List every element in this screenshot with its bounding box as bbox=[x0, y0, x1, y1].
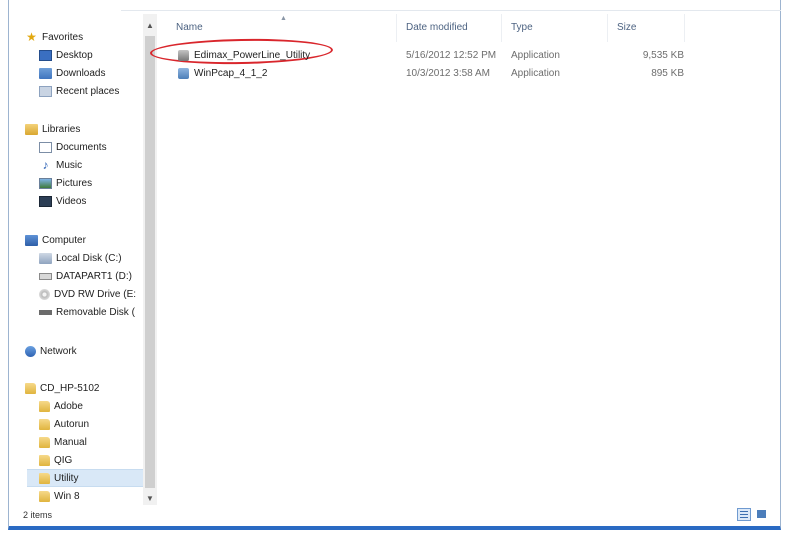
nav-folder-label: Win 8 bbox=[54, 490, 80, 502]
column-header-date-modified[interactable]: Date modified bbox=[406, 22, 468, 33]
folder-icon bbox=[25, 382, 36, 394]
nav-documents-label: Documents bbox=[56, 141, 107, 153]
file-type: Application bbox=[511, 68, 560, 79]
sort-caret-icon: ▲ bbox=[280, 15, 287, 22]
scroll-up-arrow-icon[interactable]: ▲ bbox=[143, 18, 157, 32]
column-header-type[interactable]: Type bbox=[511, 22, 533, 33]
file-type: Application bbox=[511, 50, 560, 61]
recent-places-icon bbox=[39, 85, 52, 97]
application-icon bbox=[178, 50, 189, 61]
column-header-size[interactable]: Size bbox=[617, 22, 636, 33]
nav-local-disk-label: Local Disk (C:) bbox=[56, 252, 122, 264]
music-icon: ♪ bbox=[42, 157, 49, 172]
folder-icon bbox=[39, 472, 50, 484]
nav-recent-places-label: Recent places bbox=[56, 85, 120, 97]
desktop-icon bbox=[39, 49, 52, 61]
scroll-down-arrow-icon[interactable]: ▼ bbox=[143, 491, 157, 505]
documents-icon bbox=[39, 141, 52, 153]
local-disk-icon bbox=[39, 252, 52, 264]
nav-folder-label: Manual bbox=[54, 436, 87, 448]
nav-disc-root-label: CD_HP-5102 bbox=[40, 382, 100, 394]
nav-music-label: Music bbox=[56, 159, 83, 171]
nav-computer-label: Computer bbox=[42, 234, 86, 246]
nav-dvd-drive-label: DVD RW Drive (E: bbox=[54, 288, 137, 300]
nav-network[interactable]: Network bbox=[25, 342, 159, 360]
nav-libraries[interactable]: Libraries bbox=[25, 120, 159, 138]
drive-icon bbox=[39, 272, 52, 280]
details-view-icon[interactable] bbox=[737, 508, 751, 521]
file-date-modified: 5/16/2012 12:52 PM bbox=[406, 50, 497, 61]
nav-disc-root[interactable]: CD_HP-5102 bbox=[25, 379, 159, 397]
column-divider bbox=[396, 14, 397, 42]
nav-downloads-label: Downloads bbox=[56, 67, 106, 79]
nav-folder-label: QIG bbox=[54, 454, 73, 466]
file-row-edimax[interactable]: Edimax_PowerLine_Utility 5/16/2012 12:52… bbox=[149, 37, 684, 66]
large-icons-view-icon[interactable] bbox=[755, 508, 769, 521]
folder-icon bbox=[39, 454, 50, 466]
column-divider bbox=[501, 14, 502, 42]
column-divider bbox=[607, 14, 608, 42]
file-date-modified: 10/3/2012 3:58 AM bbox=[406, 68, 490, 79]
file-name: Edimax_PowerLine_Utility bbox=[194, 50, 311, 61]
file-size: 9,535 KB bbox=[642, 50, 684, 61]
nav-videos-label: Videos bbox=[56, 195, 87, 207]
application-icon bbox=[178, 68, 189, 79]
nav-computer[interactable]: Computer bbox=[25, 231, 159, 249]
column-divider bbox=[684, 14, 685, 42]
nav-desktop-label: Desktop bbox=[56, 49, 93, 61]
nav-favorites[interactable]: ★ Favorites bbox=[25, 28, 159, 46]
file-name: WinPcap_4_1_2 bbox=[194, 68, 268, 79]
dvd-drive-icon bbox=[39, 288, 50, 300]
item-count: 2 items bbox=[23, 510, 53, 520]
nav-folder-label: Utility bbox=[54, 472, 79, 484]
folder-icon bbox=[39, 490, 50, 502]
libraries-icon bbox=[25, 123, 38, 135]
status-bar: 2 items bbox=[9, 505, 780, 526]
navigation-pane: ★ Favorites Desktop Downloads Recent pla… bbox=[9, 14, 161, 505]
nav-favorites-label: Favorites bbox=[42, 31, 84, 43]
removable-disk-icon bbox=[39, 309, 52, 315]
pictures-icon bbox=[39, 177, 52, 189]
toolbar-edge bbox=[121, 0, 781, 11]
folder-icon bbox=[39, 400, 50, 412]
nav-folder-utility[interactable]: Utility bbox=[27, 469, 143, 487]
folder-icon bbox=[39, 436, 50, 448]
network-icon bbox=[25, 345, 36, 357]
file-size: 895 KB bbox=[651, 68, 684, 79]
nav-libraries-label: Libraries bbox=[42, 123, 81, 135]
explorer-window: ★ Favorites Desktop Downloads Recent pla… bbox=[8, 0, 781, 530]
file-list-pane: ▲ Name Date modified Type Size Edimax_Po… bbox=[149, 14, 774, 505]
computer-icon bbox=[25, 234, 38, 246]
scroll-thumb[interactable] bbox=[145, 36, 155, 488]
nav-removable-disk-label: Removable Disk ( bbox=[56, 306, 135, 318]
navigation-scrollbar[interactable]: ▲ ▼ bbox=[143, 14, 157, 505]
nav-pictures-label: Pictures bbox=[56, 177, 93, 189]
column-header-name[interactable]: Name bbox=[176, 22, 203, 33]
nav-datapart1-label: DATAPART1 (D:) bbox=[56, 270, 132, 282]
downloads-icon bbox=[39, 67, 52, 79]
nav-folder-label: Autorun bbox=[54, 418, 90, 430]
nav-network-label: Network bbox=[40, 345, 77, 357]
videos-icon bbox=[39, 195, 52, 207]
folder-icon bbox=[39, 418, 50, 430]
nav-folder-label: Adobe bbox=[54, 400, 83, 412]
file-row-winpcap[interactable]: WinPcap_4_1_2 10/3/2012 3:58 AM Applicat… bbox=[164, 65, 684, 83]
star-icon: ★ bbox=[26, 29, 37, 44]
